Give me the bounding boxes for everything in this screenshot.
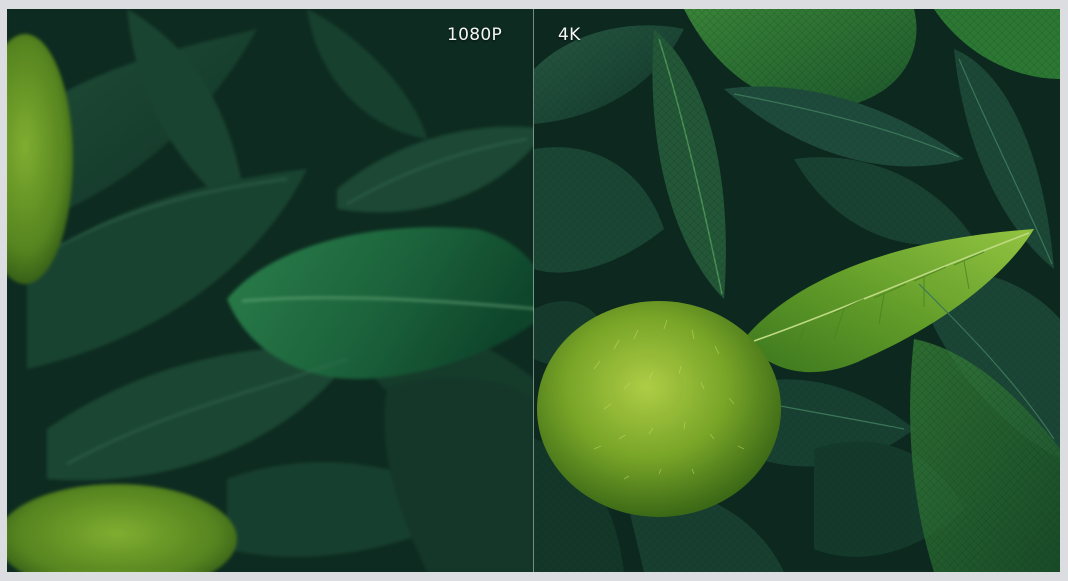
leaf-photo-left <box>7 9 534 572</box>
leaf-photo-right <box>534 9 1060 572</box>
right-pane-4k <box>534 9 1060 572</box>
split-divider[interactable] <box>533 9 534 572</box>
label-4k: 4K <box>558 25 581 45</box>
comparison-image: 1080P 4K <box>7 9 1060 572</box>
label-1080p: 1080P <box>447 25 503 45</box>
left-pane-1080p <box>7 9 534 572</box>
